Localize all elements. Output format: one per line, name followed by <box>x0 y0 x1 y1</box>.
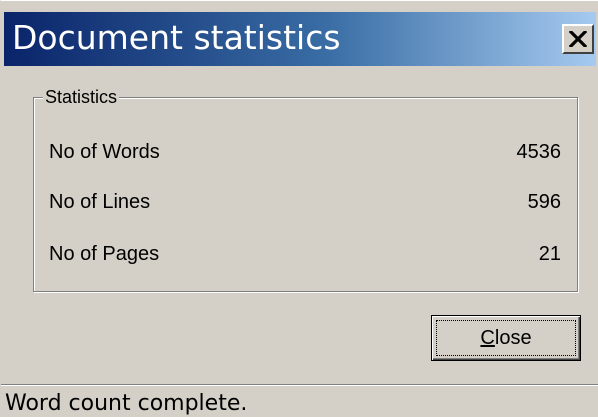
close-x-icon <box>569 31 587 47</box>
stat-label: No of Lines <box>49 191 151 213</box>
title-close-button[interactable] <box>562 24 594 54</box>
stat-value: 596 <box>527 191 561 213</box>
stat-label: No of Pages <box>49 243 160 265</box>
close-button-label: Close <box>432 324 580 352</box>
stat-value: 4536 <box>516 141 562 163</box>
window-title: Document statistics <box>12 18 341 57</box>
close-button[interactable]: Close <box>431 315 581 361</box>
stat-row-words: No of Words 4536 <box>49 137 561 167</box>
stat-row-pages: No of Pages 21 <box>49 239 561 269</box>
status-bar: Word count complete. <box>1 384 598 417</box>
stat-label: No of Words <box>49 141 160 163</box>
title-bar[interactable]: Document statistics <box>4 12 596 66</box>
close-mnemonic: C <box>480 327 495 349</box>
statistics-group-label: Statistics <box>43 86 120 108</box>
status-text: Word count complete. <box>5 391 248 416</box>
document-statistics-dialog: Document statistics Statistics No of Wor… <box>0 0 598 417</box>
stat-row-lines: No of Lines 596 <box>49 187 561 217</box>
close-label-rest: lose <box>494 327 532 349</box>
stat-value: 21 <box>538 243 561 265</box>
